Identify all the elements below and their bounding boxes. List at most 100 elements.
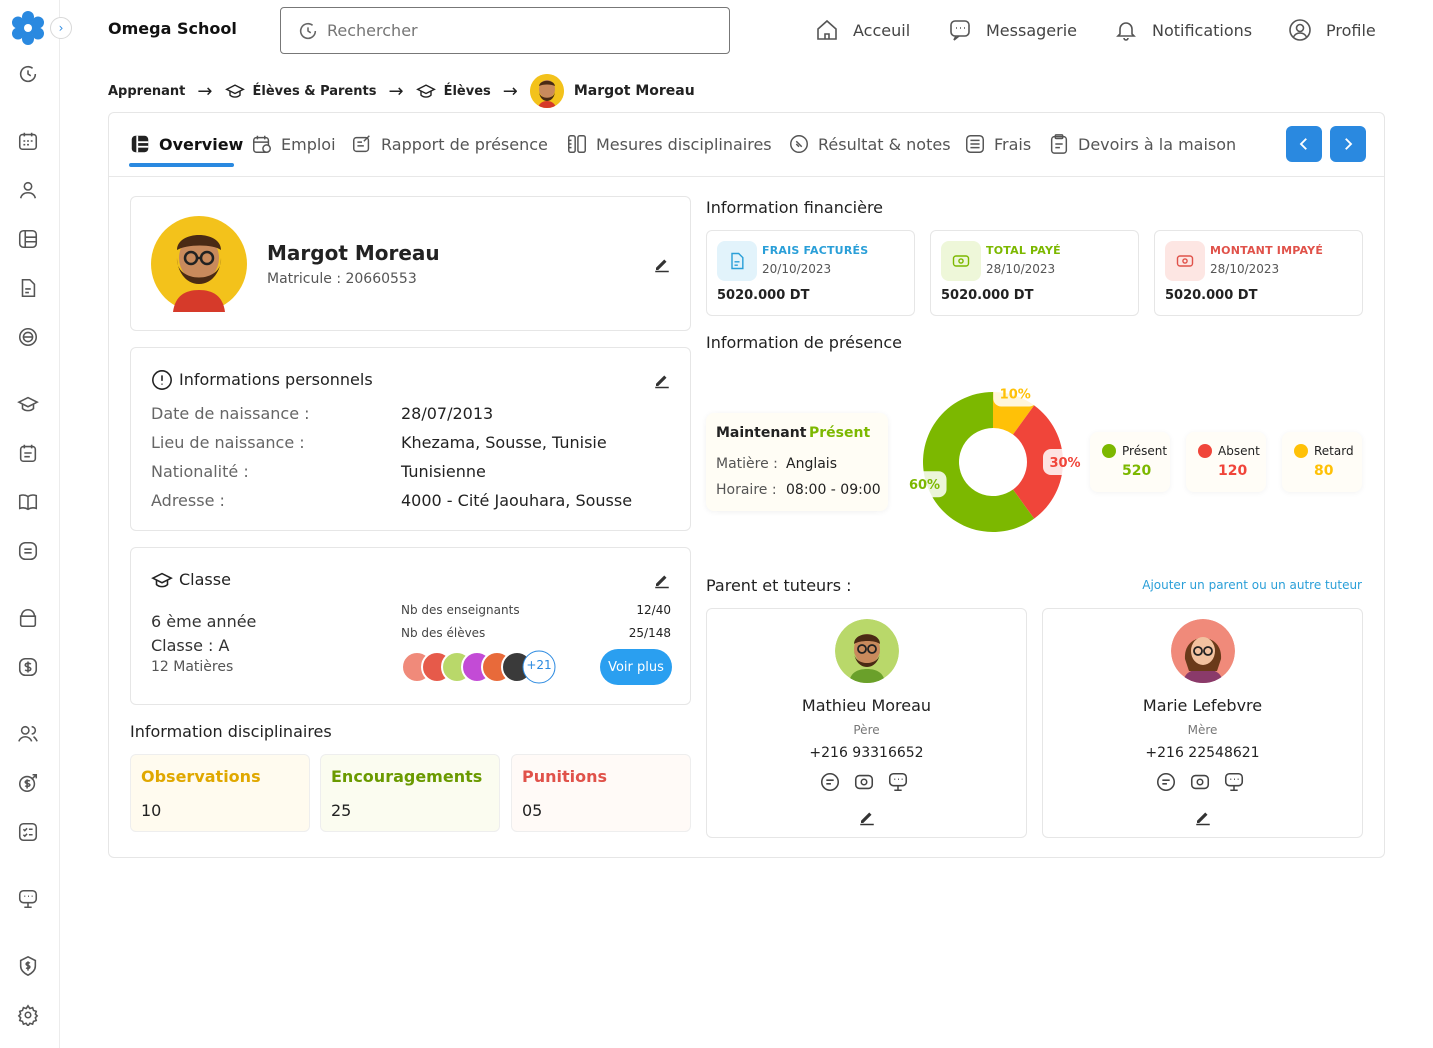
- monitor-chat-icon[interactable]: [17, 888, 39, 910]
- document-icon[interactable]: [17, 277, 39, 299]
- edit-icon[interactable]: [653, 255, 671, 273]
- tabs-next-button[interactable]: [1330, 126, 1366, 162]
- encouragements-card[interactable]: Encouragements 25: [320, 754, 500, 832]
- add-guardian-link[interactable]: Ajouter un parent ou un autre tuteur: [1100, 578, 1362, 592]
- dollar-icon[interactable]: [17, 656, 39, 678]
- nav-home[interactable]: Acceuil: [815, 18, 910, 42]
- parent-contact-icons: [819, 771, 909, 793]
- app-logo-icon[interactable]: [10, 10, 46, 46]
- billed-fees-card[interactable]: FRAIS FACTURÉS 20/10/2023 5020.000 DT: [706, 230, 915, 316]
- billed-fees-date: 20/10/2023: [762, 262, 832, 276]
- breadcrumb-current: Margot Moreau: [573, 83, 695, 99]
- search-icon[interactable]: [17, 63, 39, 85]
- search-icon: [297, 20, 319, 42]
- calendar-icon[interactable]: [17, 130, 39, 152]
- tab-label: Mesures disciplinaires: [596, 134, 772, 154]
- nav-home-label: Acceuil: [853, 20, 911, 40]
- time-value: 08:00 - 09:00: [786, 482, 881, 498]
- legend-value: 120: [1218, 463, 1248, 479]
- see-more-button[interactable]: Voir plus: [600, 649, 672, 685]
- unpaid-amount-card[interactable]: MONTANT IMPAYÉ 28/10/2023 5020.000 DT: [1154, 230, 1363, 316]
- unpaid-amount-amount: 5020.000 DT: [1165, 288, 1258, 303]
- chevron-right-icon: [1339, 135, 1357, 153]
- info-icon: [151, 369, 173, 391]
- cash-icon[interactable]: [1189, 771, 1211, 793]
- subject-value: Anglais: [786, 456, 837, 472]
- student-matricule: Matricule : 20660553: [267, 271, 417, 287]
- cash-icon[interactable]: [853, 771, 875, 793]
- shield-dollar-icon[interactable]: [17, 955, 39, 977]
- checklist-icon[interactable]: [17, 821, 39, 843]
- legend-value: 80: [1314, 463, 1334, 479]
- breadcrumb-item[interactable]: Apprenant: [108, 84, 185, 99]
- parent-card-father[interactable]: Mathieu Moreau Père +216 93316652: [706, 608, 1027, 838]
- tab-disciplinary[interactable]: Mesures disciplinaires: [566, 133, 772, 155]
- badge-icon[interactable]: [17, 326, 39, 348]
- chat-icon[interactable]: [819, 771, 841, 793]
- address-value: 4000 - Cité Jaouhara, Sousse: [401, 491, 633, 510]
- avatar: [529, 74, 564, 108]
- layout-icon: [129, 133, 151, 155]
- punishments-card[interactable]: Punitions 05: [511, 754, 691, 832]
- box-icon[interactable]: [17, 607, 39, 629]
- observations-card[interactable]: Observations 10: [130, 754, 310, 832]
- sidebar-collapse-button[interactable]: ›: [50, 17, 72, 39]
- class-level: 6 ème année: [151, 612, 257, 631]
- monitor-chat-icon[interactable]: [887, 771, 909, 793]
- billed-fees-label: FRAIS FACTURÉS: [762, 244, 869, 257]
- agenda-icon[interactable]: [17, 442, 39, 464]
- layout-icon[interactable]: [17, 228, 39, 250]
- total-paid-label: TOTAL PAYÉ: [986, 244, 1061, 257]
- current-status-card: Maintenant Présent Matière : Anglais Hor…: [706, 413, 888, 511]
- parent-phone: +216 93316652: [809, 745, 924, 761]
- monitor-chat-icon[interactable]: [1223, 771, 1245, 793]
- arrow-right-icon: →: [388, 80, 404, 102]
- teachers-label: Nb des enseignants: [401, 603, 520, 617]
- graduation-cap-icon: [415, 81, 436, 101]
- tab-homework[interactable]: Devoirs à la maison: [1048, 133, 1236, 155]
- gear-icon[interactable]: [17, 1004, 39, 1026]
- cash-icon: [941, 241, 981, 281]
- tab-fees[interactable]: Frais: [964, 133, 1031, 155]
- chat-icon[interactable]: [1155, 771, 1177, 793]
- receipt-icon: [964, 133, 986, 155]
- tab-results[interactable]: Résultat & notes: [788, 133, 951, 155]
- nav-messages[interactable]: Messagerie: [948, 18, 1077, 42]
- tabs-prev-button[interactable]: [1286, 126, 1322, 162]
- avatar: [1171, 619, 1235, 683]
- tab-overview[interactable]: Overview: [129, 133, 243, 155]
- users-icon[interactable]: [17, 723, 39, 745]
- subject-label: Matière :: [716, 456, 778, 472]
- legend-dot: [1198, 444, 1212, 458]
- parent-name: Mathieu Moreau: [801, 696, 932, 715]
- punishments-value: 05: [522, 801, 543, 820]
- search-input[interactable]: [327, 21, 707, 40]
- unpaid-amount-date: 28/10/2023: [1210, 262, 1280, 276]
- tab-schedule[interactable]: Emploi: [251, 133, 336, 155]
- edit-icon[interactable]: [653, 571, 671, 589]
- parent-card-mother[interactable]: Marie Lefebvre Mère +216 22548621: [1042, 608, 1363, 838]
- payment-icon[interactable]: [17, 772, 39, 794]
- edit-icon[interactable]: [1194, 808, 1212, 826]
- class-title: Classe: [179, 570, 231, 589]
- total-paid-card[interactable]: TOTAL PAYÉ 28/10/2023 5020.000 DT: [930, 230, 1139, 316]
- edit-icon[interactable]: [858, 808, 876, 826]
- tab-attendance-report[interactable]: Rapport de présence: [351, 133, 548, 155]
- breadcrumb-item[interactable]: Élèves: [444, 84, 491, 99]
- breadcrumb-item[interactable]: Élèves & Parents: [253, 84, 377, 99]
- book-icon[interactable]: [17, 491, 39, 513]
- search-bar[interactable]: [280, 7, 730, 54]
- chevron-left-icon: [1295, 135, 1313, 153]
- nav-notifications[interactable]: Notifications: [1114, 18, 1252, 42]
- nav-profile[interactable]: Profile: [1288, 18, 1376, 42]
- edit-icon[interactable]: [653, 371, 671, 389]
- donut-label-présent: 60%: [902, 471, 947, 498]
- list-icon[interactable]: [17, 540, 39, 562]
- svg-text:30%: 30%: [1049, 456, 1080, 471]
- user-icon[interactable]: [17, 179, 39, 201]
- class-card: Classe 6 ème année Classe : A 12 Matière…: [130, 547, 691, 705]
- graduation-cap-icon[interactable]: [17, 393, 39, 415]
- edit-note-icon: [351, 133, 373, 155]
- teachers-value: 12/40: [636, 603, 671, 617]
- parent-contact-icons: [1155, 771, 1245, 793]
